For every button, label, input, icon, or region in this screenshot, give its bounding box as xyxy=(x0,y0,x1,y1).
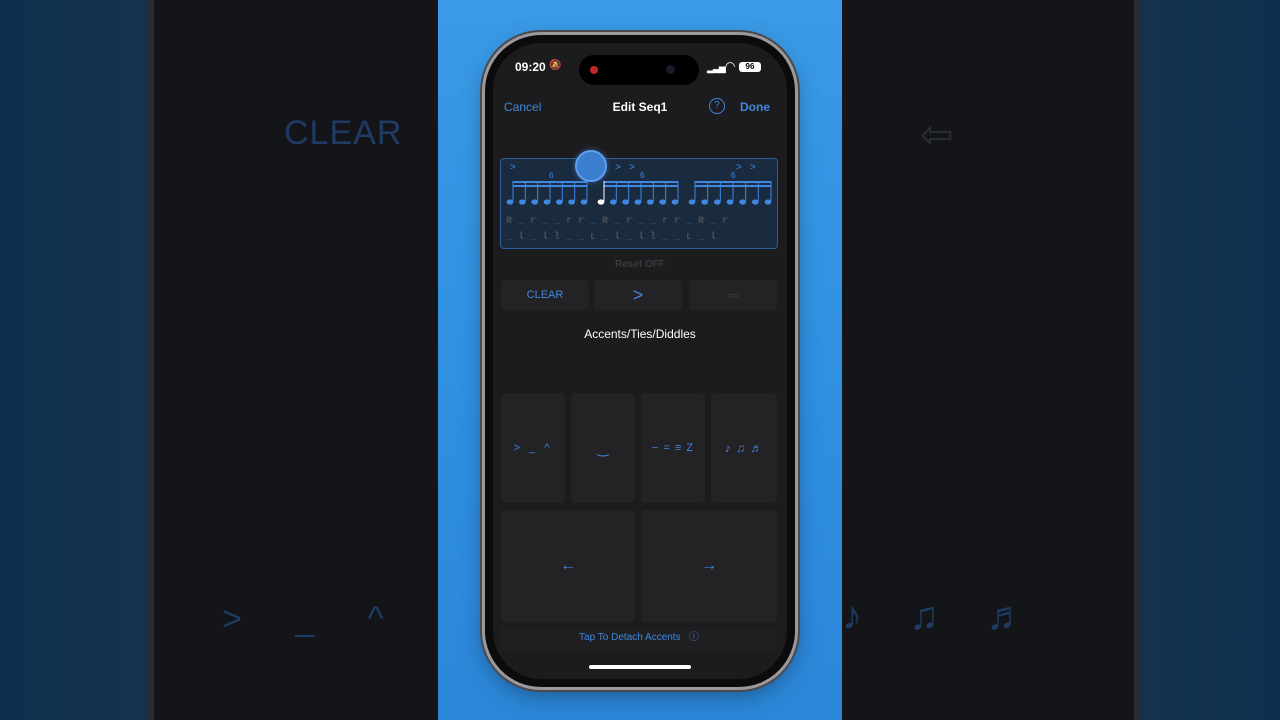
note-head xyxy=(688,199,696,205)
note-stem xyxy=(757,181,759,201)
note-stem xyxy=(561,181,563,201)
note-stem xyxy=(665,181,667,201)
note-head xyxy=(671,199,679,205)
phone-screen: 09:20 🔕 ▂▃▅ ◠ 96 Cancel Edit Seq1 ? Done xyxy=(493,43,787,679)
background-left: CLEAR > _ ^ xyxy=(0,0,438,720)
note-stem xyxy=(770,181,772,201)
info-icon: ⓘ xyxy=(683,632,699,643)
note-stem xyxy=(694,181,696,201)
note-group xyxy=(506,181,772,205)
notes-tile[interactable]: ♪ ♫ ♬ xyxy=(711,393,777,503)
detach-accents-button[interactable]: Tap To Detach Accents ⓘ xyxy=(501,626,777,650)
note-head xyxy=(659,199,667,205)
done-button[interactable]: Done xyxy=(740,100,770,114)
note-head xyxy=(646,199,654,205)
note-stem xyxy=(652,181,654,201)
accent-mark: > xyxy=(750,162,756,173)
note-stem xyxy=(707,181,709,201)
background-clear-text: CLEAR xyxy=(284,114,403,152)
help-icon[interactable]: ? xyxy=(709,98,725,114)
note-stem xyxy=(677,181,679,201)
note-stem xyxy=(512,181,514,201)
note-stem xyxy=(628,181,630,201)
back-arrow-button[interactable]: ⇦ xyxy=(689,280,777,310)
accent-button[interactable]: > xyxy=(594,280,682,310)
note-head xyxy=(580,199,588,205)
accent-mark: > xyxy=(629,162,635,173)
detach-accents-label: Tap To Detach Accents xyxy=(579,632,681,643)
note-head xyxy=(751,199,759,205)
background-back-arrow-icon: ⇦ xyxy=(920,113,954,157)
note-stem xyxy=(537,181,539,201)
reset-label[interactable]: Reset OFF xyxy=(493,259,787,270)
video-stage: 09:20 🔕 ▂▃▅ ◠ 96 Cancel Edit Seq1 ? Done xyxy=(438,0,842,720)
accent-mark: > xyxy=(510,162,516,173)
sticking-row-left: _ l _ l l _ _ L _ l _ l l _ _ L _ l xyxy=(505,231,716,243)
camera-icon xyxy=(666,65,675,74)
battery-icon: 96 xyxy=(739,62,761,72)
note-head xyxy=(726,199,734,205)
note-head xyxy=(597,199,605,205)
note-head xyxy=(634,199,642,205)
note-head xyxy=(609,199,617,205)
sticking-row-right: R _ r _ _ r r _ R _ r _ _ r r _ R _ r xyxy=(506,216,728,227)
bell-slash-icon: 🔕 xyxy=(549,60,562,71)
background-right: ⇦ ♪ ♫ ♬ xyxy=(842,0,1280,720)
left-arrow-button[interactable]: ← xyxy=(501,510,635,622)
tuplet-number: 6 xyxy=(731,171,736,180)
wifi-icon: ◠ xyxy=(725,59,736,73)
record-indicator-icon xyxy=(590,66,598,74)
nav-bar: Cancel Edit Seq1 ? Done xyxy=(493,93,787,119)
clear-button[interactable]: CLEAR xyxy=(501,280,589,310)
tuplet-number: 6 xyxy=(640,171,645,180)
note-head xyxy=(701,199,709,205)
background-note-glyphs: ♪ ♫ ♬ xyxy=(842,594,1045,638)
tuplet-number: 6 xyxy=(549,171,554,180)
note-stem xyxy=(615,181,617,201)
note-stem xyxy=(640,181,642,201)
phone-frame: 09:20 🔕 ▂▃▅ ◠ 96 Cancel Edit Seq1 ? Done xyxy=(485,35,795,687)
note-stem xyxy=(732,181,734,201)
status-bar: 09:20 🔕 ▂▃▅ ◠ 96 xyxy=(493,43,787,89)
note-stem xyxy=(574,181,576,201)
tie-tile[interactable]: ‿ xyxy=(571,393,635,503)
note-head xyxy=(713,199,721,205)
note-head xyxy=(764,199,772,205)
dynamic-island xyxy=(579,55,699,85)
status-time: 09:20 xyxy=(515,60,546,74)
notation-svg: > > > > > 6 6 6 R _ r _ _ r r _ R _ r _ … xyxy=(505,162,772,243)
note-head xyxy=(506,199,514,205)
accent-mark: > xyxy=(615,162,621,173)
notation-staff[interactable]: > > > > > 6 6 6 R _ r _ _ r r _ R _ r _ … xyxy=(500,158,778,249)
note-head xyxy=(622,199,630,205)
accent-mark: > xyxy=(736,162,742,173)
home-indicator[interactable] xyxy=(589,665,691,669)
note-stem xyxy=(719,181,721,201)
note-head xyxy=(568,199,576,205)
note-stem xyxy=(586,181,588,201)
accents-tile[interactable]: > _ ^ xyxy=(501,393,565,503)
note-head xyxy=(531,199,539,205)
note-stem xyxy=(524,181,526,201)
right-arrow-button[interactable]: → xyxy=(641,510,777,622)
section-title: Accents/Ties/Diddles xyxy=(584,327,696,341)
diddles-tile[interactable]: − = ≡ Z xyxy=(641,393,705,503)
note-head xyxy=(518,199,526,205)
signal-icon: ▂▃▅ xyxy=(707,63,726,73)
note-stem xyxy=(745,181,747,201)
playhead-slider-handle[interactable] xyxy=(575,150,607,182)
note-head xyxy=(543,199,551,205)
note-stem xyxy=(603,181,605,201)
background-accent-glyphs: > _ ^ xyxy=(222,600,406,638)
note-stem xyxy=(549,181,551,201)
note-head xyxy=(739,199,747,205)
note-head xyxy=(555,199,563,205)
